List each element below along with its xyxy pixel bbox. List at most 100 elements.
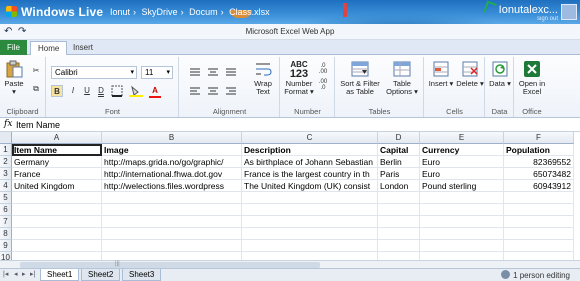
paste-button[interactable]: Paste ▾ [2,60,26,96]
cell-a9[interactable] [12,240,102,252]
font-size-select[interactable]: 11 ▾ [141,66,173,79]
cell-d8[interactable] [378,228,420,240]
cell-e4[interactable]: Pound sterling [420,180,504,192]
cell-b1[interactable]: Image [102,144,242,156]
copy-icon[interactable]: ⧉ [30,83,42,95]
horizontal-scrollbar[interactable]: ||| [0,260,580,268]
cell-d2[interactable]: Berlin [378,156,420,168]
cell-b9[interactable] [102,240,242,252]
cell-e9[interactable] [420,240,504,252]
breadcrumb-documents[interactable]: Docum [189,7,218,17]
cell-b7[interactable] [102,216,242,228]
breadcrumb-skydrive[interactable]: SkyDrive [142,7,178,17]
fill-color-icon[interactable] [129,85,143,97]
column-header-c[interactable]: C [242,132,378,144]
increase-decimal-button[interactable]: .0 .00 [317,63,329,75]
cell-f1[interactable]: Population [504,144,574,156]
cell-a8[interactable] [12,228,102,240]
sheet-tab-sheet3[interactable]: Sheet3 [122,269,162,281]
row-header-6[interactable]: 6 [0,204,12,216]
wrap-text-button[interactable]: Wrap Text [250,60,276,96]
cell-f5[interactable] [504,192,574,204]
cell-a4[interactable]: United Kingdom [12,180,102,192]
cell-b6[interactable] [102,204,242,216]
row-header-1[interactable]: 1 [0,144,12,156]
cell-a3[interactable]: France [12,168,102,180]
cell-f9[interactable] [504,240,574,252]
cell-c4[interactable]: The United Kingdom (UK) consist [242,180,378,192]
cell-f6[interactable] [504,204,574,216]
cell-b3[interactable]: http://international.fhwa.dot.gov [102,168,242,180]
tab-insert[interactable]: Insert [66,41,100,55]
cell-d9[interactable] [378,240,420,252]
tab-file[interactable]: File [0,40,27,55]
cell-a2[interactable]: Germany [12,156,102,168]
cell-d5[interactable] [378,192,420,204]
cell-c1[interactable]: Description [242,144,378,156]
cell-c7[interactable] [242,216,378,228]
decrease-decimal-button[interactable]: .00 .0 [317,79,329,91]
cell-d7[interactable] [378,216,420,228]
prev-sheet-icon[interactable]: ◂ [14,270,18,278]
cell-a1[interactable]: Item Name [12,144,102,156]
sheet-tab-sheet2[interactable]: Sheet2 [81,269,121,281]
column-header-d[interactable]: D [378,132,420,144]
font-color-icon[interactable]: A [149,85,161,98]
cell-d6[interactable] [378,204,420,216]
cell-e2[interactable]: Euro [420,156,504,168]
cell-b4[interactable]: http://welections.files.wordpress [102,180,242,192]
windows-live-logo[interactable]: Windows Live [6,5,103,19]
delete-cells-button[interactable]: Delete ▾ [456,60,484,88]
cell-e3[interactable]: Euro [420,168,504,180]
cell-e5[interactable] [420,192,504,204]
cell-e7[interactable] [420,216,504,228]
row-header-4[interactable]: 4 [0,180,12,192]
borders-icon[interactable] [111,85,123,97]
cell-d1[interactable]: Capital [378,144,420,156]
breadcrumb-ionut[interactable]: Ionut [110,7,130,17]
row-header-9[interactable]: 9 [0,240,12,252]
cell-b2[interactable]: http://maps.grida.no/go/graphic/ [102,156,242,168]
cell-f8[interactable] [504,228,574,240]
cell-b5[interactable] [102,192,242,204]
data-button[interactable]: Data ▾ [488,60,512,88]
cell-c8[interactable] [242,228,378,240]
cell-c5[interactable] [242,192,378,204]
double-underline-button[interactable]: D [95,85,107,97]
row-header-3[interactable]: 3 [0,168,12,180]
table-options-button[interactable]: Table Options ▾ [383,60,421,96]
next-sheet-icon[interactable]: ▸ [22,270,26,278]
cell-c6[interactable] [242,204,378,216]
user-name[interactable]: Ionutalexc... [499,4,558,16]
row-header-7[interactable]: 7 [0,216,12,228]
cell-e1[interactable]: Currency [420,144,504,156]
column-header-f[interactable]: F [504,132,574,144]
italic-button[interactable]: I [67,85,79,97]
cell-d3[interactable]: Paris [378,168,420,180]
cell-f7[interactable] [504,216,574,228]
bold-button[interactable]: B [51,85,63,97]
cell-a7[interactable] [12,216,102,228]
row-header-5[interactable]: 5 [0,192,12,204]
sheet-tab-sheet1[interactable]: Sheet1 [40,269,80,281]
cell-a5[interactable] [12,192,102,204]
underline-button[interactable]: U [81,85,93,97]
sign-out-link[interactable]: sign out [537,16,558,22]
row-header-2[interactable]: 2 [0,156,12,168]
cell-e8[interactable] [420,228,504,240]
cell-f4[interactable]: 60943912 [504,180,574,192]
avatar[interactable] [561,4,577,20]
row-header-8[interactable]: 8 [0,228,12,240]
editing-status[interactable]: 1 person editing [501,270,570,280]
cell-f2[interactable]: 82369552 [504,156,574,168]
insert-cells-button[interactable]: Insert ▾ [427,60,455,88]
cell-c3[interactable]: France is the largest country in th [242,168,378,180]
font-family-select[interactable]: Calibri ▾ [51,66,137,79]
cell-b8[interactable] [102,228,242,240]
number-format-button[interactable]: ABC 123 Number Format ▾ [284,60,314,96]
column-header-a[interactable]: A [12,132,102,144]
cell-a6[interactable] [12,204,102,216]
open-in-excel-button[interactable]: Open in Excel [517,60,547,96]
first-sheet-icon[interactable]: |◂ [3,270,8,278]
tab-home[interactable]: Home [30,41,68,56]
